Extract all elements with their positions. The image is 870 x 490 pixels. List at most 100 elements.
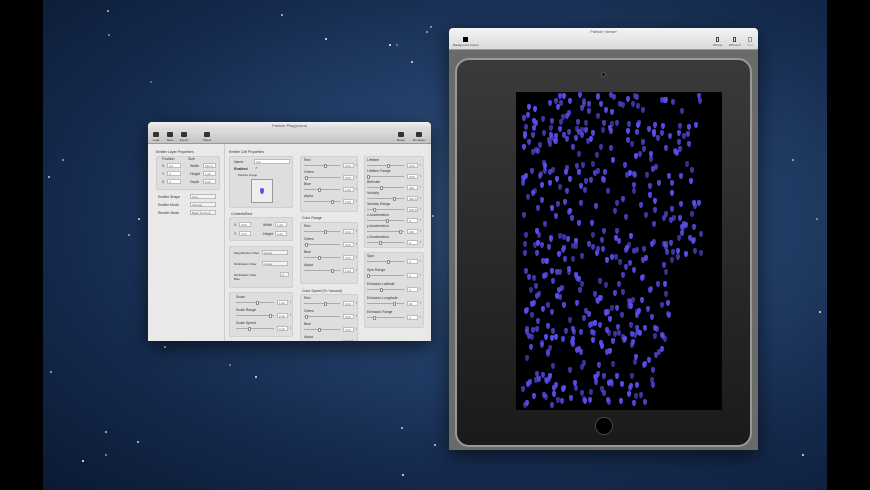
stepper[interactable]: ⇕	[419, 259, 422, 263]
slider-thumb[interactable]	[324, 229, 327, 234]
slider[interactable]	[367, 174, 404, 179]
slider[interactable]	[304, 163, 340, 168]
size-field[interactable]: 0.00	[203, 179, 216, 184]
slider-thumb[interactable]	[331, 268, 334, 273]
reset-button[interactable]: Reset	[394, 131, 408, 142]
value-field[interactable]: 90	[407, 301, 418, 306]
slider-thumb[interactable]	[373, 315, 376, 320]
slider-thumb[interactable]	[318, 255, 321, 260]
stepper[interactable]: ⇕	[419, 301, 422, 305]
value-field[interactable]: 0	[407, 315, 418, 320]
value-field[interactable]: 0.10	[277, 313, 288, 318]
stepper[interactable]: ⇕	[355, 301, 358, 305]
slider[interactable]	[367, 207, 404, 212]
emitter-select[interactable]: Back To Front	[190, 210, 216, 215]
slider[interactable]	[367, 301, 404, 306]
filter-select[interactable]: Linear	[262, 261, 288, 266]
slider[interactable]	[304, 314, 340, 319]
value-field[interactable]: 1.00	[343, 199, 354, 204]
ipad-button[interactable]: iPad	[747, 37, 753, 47]
slider-thumb[interactable]	[324, 301, 327, 306]
iphone5-button[interactable]: iPhone 5	[729, 37, 741, 47]
size-field[interactable]: 1.00	[203, 171, 216, 176]
slider[interactable]	[304, 242, 340, 247]
value-field[interactable]: 0	[407, 273, 418, 278]
value-field[interactable]: 0.50	[343, 163, 354, 168]
value-field[interactable]: 0.00	[343, 314, 354, 319]
slider[interactable]	[236, 313, 274, 318]
stepper[interactable]: ⇕	[355, 163, 358, 167]
filter-select[interactable]: 0	[280, 272, 289, 277]
slider-thumb[interactable]	[387, 259, 390, 264]
size-field[interactable]: 512.0	[203, 163, 216, 168]
value-field[interactable]: 0	[407, 287, 418, 292]
value-field[interactable]: 0.00	[407, 174, 418, 179]
slider-thumb[interactable]	[399, 229, 402, 234]
stepper[interactable]: ⇕	[419, 196, 422, 200]
stepper[interactable]: ⇕	[355, 242, 358, 246]
slider[interactable]	[367, 185, 404, 190]
stepper[interactable]: ⇕	[355, 340, 358, 341]
value-field[interactable]: 100.0	[407, 207, 418, 212]
slider[interactable]	[304, 187, 340, 192]
iphone-button[interactable]: iPhone	[713, 37, 722, 47]
slider-thumb[interactable]	[318, 187, 321, 192]
slider-thumb[interactable]	[305, 314, 308, 319]
value-field[interactable]: 1.00	[343, 268, 354, 273]
slider-thumb[interactable]	[367, 273, 370, 278]
value-field[interactable]: 0.00	[343, 301, 354, 306]
stepper[interactable]: ⇕	[355, 327, 358, 331]
stepper[interactable]: ⇕	[355, 199, 358, 203]
stepper[interactable]: ⇕	[419, 207, 422, 211]
name-input[interactable]: cell	[254, 159, 290, 164]
slider-thumb[interactable]	[324, 163, 327, 168]
value-field[interactable]: 400	[407, 185, 418, 190]
stepper[interactable]: ⇕	[419, 185, 422, 189]
export-button[interactable]: Export	[177, 131, 191, 142]
enabled-checkbox[interactable]: ✔	[255, 166, 258, 170]
value-field[interactable]: 0	[407, 240, 418, 245]
stepper[interactable]: ⇕	[419, 163, 422, 167]
stepper[interactable]: ⇕	[355, 175, 358, 179]
slider-thumb[interactable]	[256, 300, 259, 305]
value-field[interactable]: 0.00	[343, 229, 354, 234]
value-field[interactable]: 400.0	[407, 196, 418, 201]
value-field[interactable]: 0	[407, 218, 418, 223]
value-field[interactable]: 0.50	[343, 175, 354, 180]
slider[interactable]	[236, 326, 274, 331]
filter-select[interactable]: Linear	[262, 250, 288, 255]
rect-field[interactable]: 0.00	[239, 231, 251, 236]
stepper[interactable]: ⇕	[419, 229, 422, 233]
value-field[interactable]: 0.00	[343, 242, 354, 247]
rect-field[interactable]: 0.00	[239, 222, 251, 227]
stepper[interactable]: ⇕	[355, 255, 358, 259]
slider-thumb[interactable]	[269, 313, 272, 318]
stepper[interactable]: ⇕	[289, 313, 292, 317]
emitter-select[interactable]: Volume	[190, 202, 216, 207]
stepper[interactable]: ⇕	[419, 287, 422, 291]
slider[interactable]	[367, 229, 404, 234]
slider-thumb[interactable]	[386, 218, 389, 223]
stepper[interactable]: ⇕	[355, 268, 358, 272]
stepper[interactable]: ⇕	[355, 187, 358, 191]
slider-thumb[interactable]	[380, 185, 383, 190]
slider[interactable]	[304, 199, 340, 204]
value-field[interactable]: 0.10	[277, 326, 288, 331]
value-field[interactable]: 100	[407, 229, 418, 234]
slider[interactable]	[367, 163, 404, 168]
slider[interactable]	[367, 287, 404, 292]
stepper[interactable]: ⇕	[419, 315, 422, 319]
slider-thumb[interactable]	[367, 174, 370, 179]
slider[interactable]	[304, 175, 340, 180]
value-field[interactable]: 0	[407, 259, 418, 264]
slider-thumb[interactable]	[248, 326, 251, 331]
slider[interactable]	[236, 300, 274, 305]
slider[interactable]	[367, 315, 404, 320]
object-button[interactable]: Object	[200, 131, 214, 142]
stepper[interactable]: ⇕	[289, 300, 292, 304]
slider[interactable]	[367, 273, 404, 278]
slider[interactable]	[304, 301, 340, 306]
stepper[interactable]: ⇕	[419, 240, 422, 244]
position-field[interactable]: 0.0	[167, 163, 181, 168]
slider-thumb[interactable]	[380, 287, 383, 292]
